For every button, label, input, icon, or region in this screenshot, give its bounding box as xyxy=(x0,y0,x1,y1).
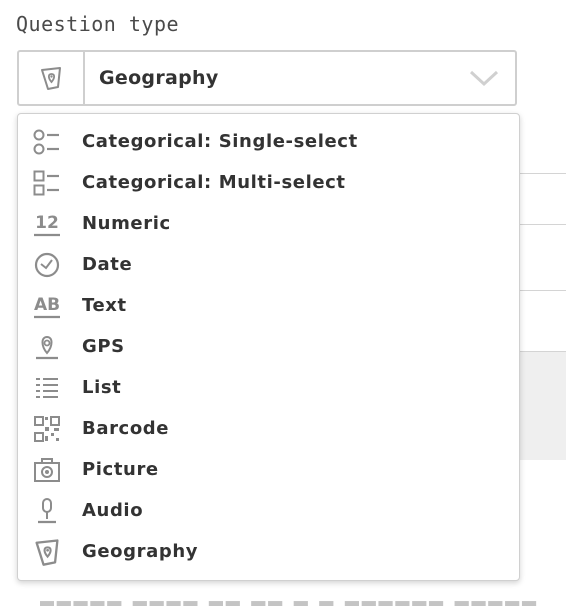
option-label: Geography xyxy=(82,541,199,562)
geography-icon xyxy=(30,536,64,568)
background-field-border xyxy=(518,173,566,174)
background-field-border xyxy=(518,224,566,225)
map-pin-icon xyxy=(30,331,64,363)
option-label: Picture xyxy=(82,459,159,480)
option-numeric[interactable]: 12 Numeric xyxy=(18,204,519,244)
option-single-select[interactable]: Categorical: Single-select xyxy=(18,122,519,162)
single-select-icon xyxy=(30,126,64,158)
option-date[interactable]: Date xyxy=(18,245,519,285)
option-multi-select[interactable]: Categorical: Multi-select xyxy=(18,163,519,203)
option-text[interactable]: AB Text xyxy=(18,286,519,326)
option-picture[interactable]: Picture xyxy=(18,450,519,490)
background-panel xyxy=(520,352,566,460)
option-gps[interactable]: GPS xyxy=(18,327,519,367)
barcode-icon xyxy=(30,413,64,445)
background-field-border xyxy=(518,290,566,291)
question-type-label: Question type xyxy=(16,12,180,36)
option-geography[interactable]: Geography xyxy=(18,532,519,572)
option-list[interactable]: List xyxy=(18,368,519,408)
option-label: Audio xyxy=(82,500,144,521)
clock-icon xyxy=(30,249,64,281)
option-label: List xyxy=(82,377,122,398)
list-icon xyxy=(30,372,64,404)
selected-value: Geography xyxy=(99,67,219,89)
option-label: GPS xyxy=(82,336,125,357)
option-label: Text xyxy=(82,295,127,316)
option-label: Barcode xyxy=(82,418,170,439)
numeric-icon: 12 xyxy=(30,208,64,240)
svg-text:12: 12 xyxy=(35,213,59,233)
camera-icon xyxy=(30,454,64,486)
geography-icon xyxy=(19,52,85,104)
option-label: Date xyxy=(82,254,133,275)
option-label: Numeric xyxy=(82,213,171,234)
option-barcode[interactable]: Barcode xyxy=(18,409,519,449)
option-audio[interactable]: Audio xyxy=(18,491,519,531)
question-type-dropdown: Categorical: Single-select Categorical: … xyxy=(17,113,520,581)
svg-text:AB: AB xyxy=(34,295,60,315)
multi-select-icon xyxy=(30,167,64,199)
background-text: ▂▂▂▂▂ ▂▂▂▂ ▂▂ ▂▂ ▂ ▂ ▂▂▂▂▂▂ ▂▂▂▂▂ xyxy=(40,586,539,606)
text-ab-icon: AB xyxy=(30,290,64,322)
chevron-down-icon[interactable] xyxy=(469,69,499,87)
option-label: Categorical: Multi-select xyxy=(82,172,346,193)
question-type-select[interactable]: Geography xyxy=(17,50,517,106)
option-label: Categorical: Single-select xyxy=(82,131,358,152)
microphone-icon xyxy=(30,495,64,527)
